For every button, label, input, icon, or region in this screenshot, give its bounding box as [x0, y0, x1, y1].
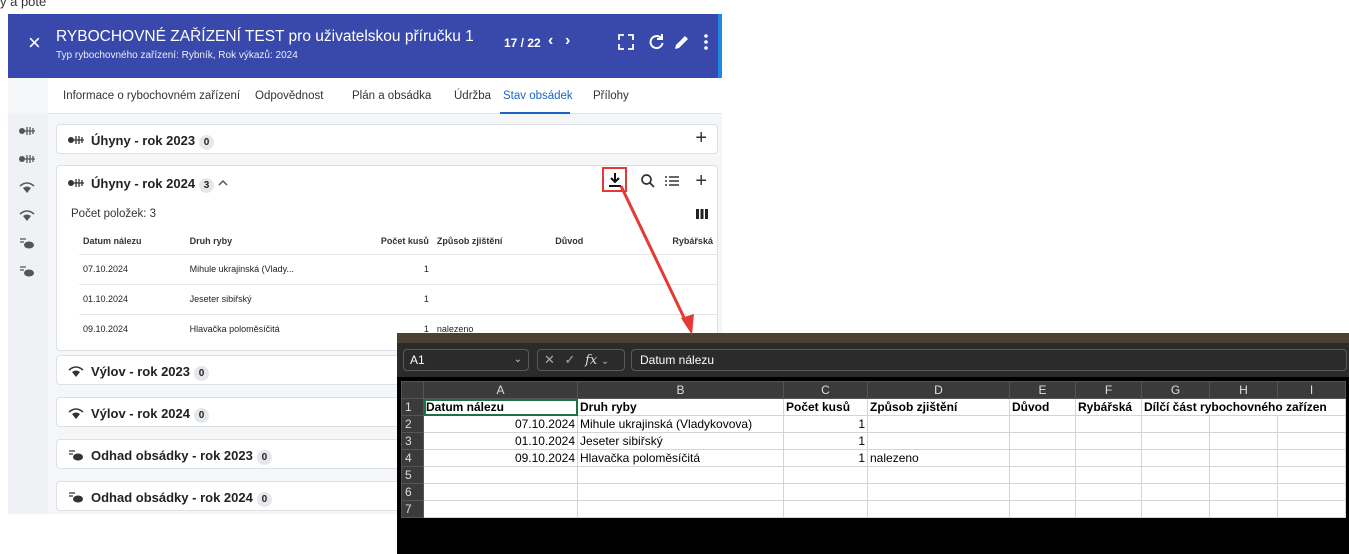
- annotation-arrow: [619, 185, 694, 335]
